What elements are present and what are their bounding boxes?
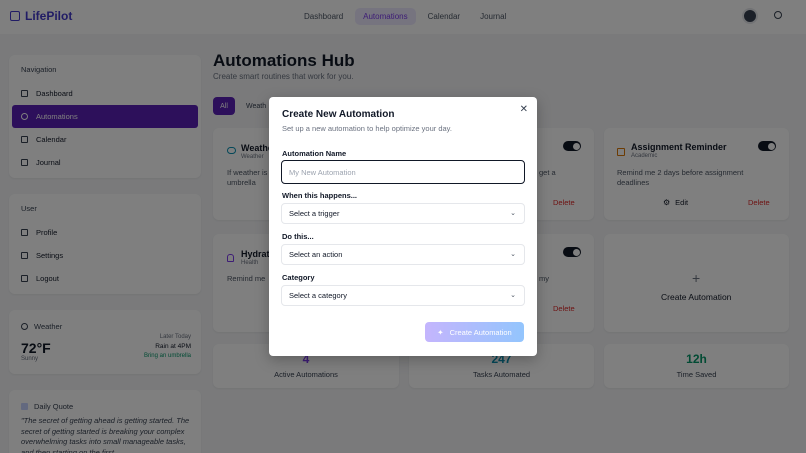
category-select[interactable]: Select a category ⌄	[281, 285, 525, 306]
chevron-down-icon: ⌄	[510, 210, 516, 217]
automation-name-input[interactable]	[281, 160, 525, 184]
modal-title: Create New Automation	[282, 109, 395, 120]
action-value: Select an action	[289, 250, 343, 259]
category-value: Select a category	[289, 291, 347, 300]
close-icon[interactable]: ✕	[520, 104, 528, 115]
create-automation-modal: Create New Automation Set up a new autom…	[269, 97, 537, 356]
category-label: Category	[282, 273, 315, 282]
sparkle-icon: ✦	[437, 327, 444, 337]
create-automation-button[interactable]: ✦ Create Automation	[425, 322, 524, 342]
name-label: Automation Name	[282, 149, 347, 158]
action-select[interactable]: Select an action ⌄	[281, 244, 525, 265]
chevron-down-icon: ⌄	[510, 251, 516, 258]
create-automation-button-label: Create Automation	[449, 327, 512, 337]
chevron-down-icon: ⌄	[510, 292, 516, 299]
trigger-label: When this happens...	[282, 191, 358, 200]
modal-subtitle: Set up a new automation to help optimize…	[282, 124, 452, 133]
trigger-select[interactable]: Select a trigger ⌄	[281, 203, 525, 224]
trigger-value: Select a trigger	[289, 209, 340, 218]
action-label: Do this...	[282, 232, 314, 241]
